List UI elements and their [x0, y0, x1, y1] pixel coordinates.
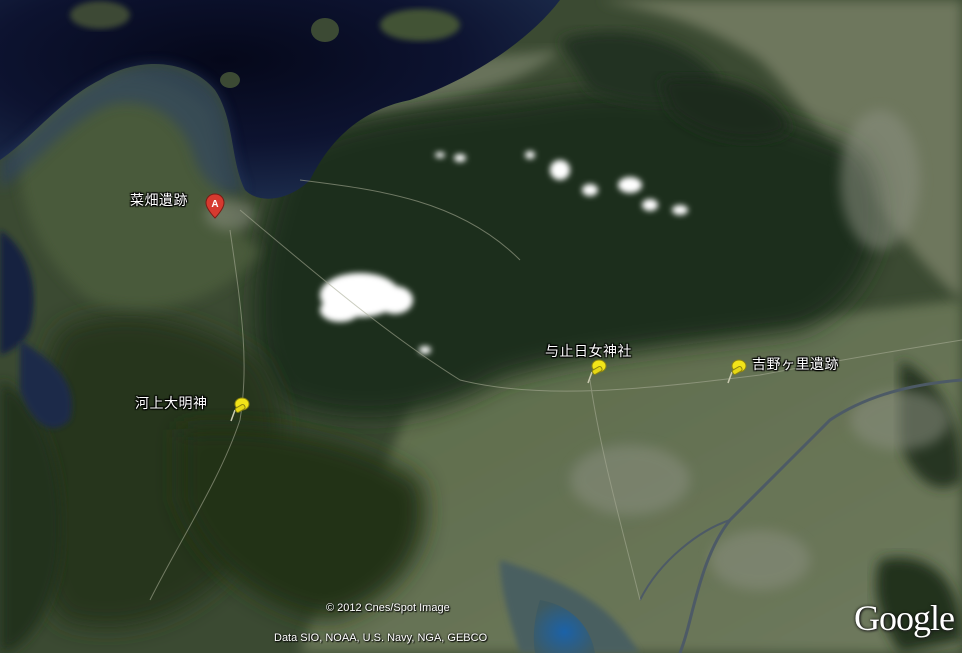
- imagery-credit: © 2012 Cnes/Spot Image: [326, 602, 450, 614]
- place-marker-a-icon[interactable]: A: [205, 193, 225, 219]
- place-marker-letter: A: [211, 199, 218, 210]
- place-label-yodohime[interactable]: 与止日女神社: [545, 341, 632, 361]
- place-label-yoshinogari[interactable]: 吉野ヶ里遺跡: [752, 354, 839, 374]
- yellow-pushpin-icon[interactable]: [586, 358, 608, 384]
- satellite-imagery: [0, 0, 962, 653]
- google-logo: Google: [854, 598, 955, 638]
- data-credit: Data SIO, NOAA, U.S. Navy, NGA, GEBCO: [274, 632, 488, 644]
- place-label-nabatake[interactable]: 菜畑遺跡: [130, 190, 188, 210]
- satellite-map[interactable]: A 菜畑遺跡 与止日女神社 吉野ヶ里遺跡 河上大明神 © 2012 Cnes/S…: [0, 0, 962, 653]
- yellow-pushpin-icon[interactable]: [229, 396, 251, 422]
- place-label-kawakami[interactable]: 河上大明神: [135, 393, 208, 413]
- yellow-pushpin-icon[interactable]: [726, 358, 748, 384]
